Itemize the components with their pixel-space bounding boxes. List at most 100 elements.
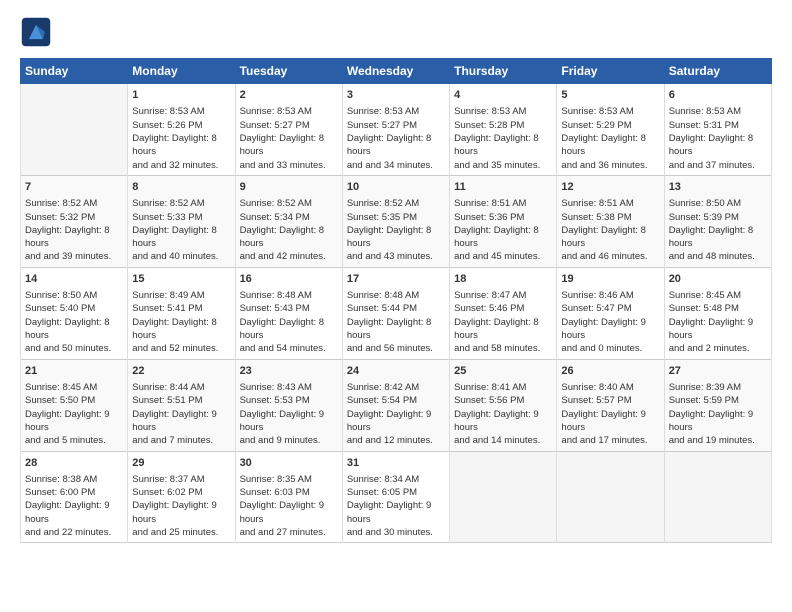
daylight-text-cont: and and 52 minutes. bbox=[132, 342, 230, 355]
calendar-cell: 9Sunrise: 8:52 AMSunset: 5:34 PMDaylight… bbox=[235, 175, 342, 267]
sunset-text: Sunset: 5:38 PM bbox=[561, 211, 659, 224]
calendar-week-row: 14Sunrise: 8:50 AMSunset: 5:40 PMDayligh… bbox=[21, 267, 772, 359]
sunset-text: Sunset: 5:57 PM bbox=[561, 394, 659, 407]
daylight-text: Daylight: Daylight: 8 hours bbox=[454, 316, 552, 343]
sunrise-text: Sunrise: 8:43 AM bbox=[240, 381, 338, 394]
day-number: 4 bbox=[454, 88, 552, 103]
day-number: 25 bbox=[454, 364, 552, 379]
sunrise-text: Sunrise: 8:53 AM bbox=[240, 105, 338, 118]
daylight-text: Daylight: Daylight: 8 hours bbox=[561, 224, 659, 251]
sunrise-text: Sunrise: 8:51 AM bbox=[454, 197, 552, 210]
sunrise-text: Sunrise: 8:35 AM bbox=[240, 473, 338, 486]
daylight-text-cont: and and 50 minutes. bbox=[25, 342, 123, 355]
daylight-text: Daylight: Daylight: 9 hours bbox=[132, 408, 230, 435]
daylight-text-cont: and and 14 minutes. bbox=[454, 434, 552, 447]
daylight-text: Daylight: Daylight: 9 hours bbox=[347, 499, 445, 526]
daylight-text: Daylight: Daylight: 8 hours bbox=[132, 132, 230, 159]
sunrise-text: Sunrise: 8:38 AM bbox=[25, 473, 123, 486]
calendar-cell: 6Sunrise: 8:53 AMSunset: 5:31 PMDaylight… bbox=[664, 84, 771, 176]
daylight-text-cont: and and 2 minutes. bbox=[669, 342, 767, 355]
calendar-cell: 30 Sunrise: 8:35 AMSunset: 6:03 PMDayligh… bbox=[235, 451, 342, 543]
daylight-text-cont: and and 54 minutes. bbox=[240, 342, 338, 355]
sunrise-text: Sunrise: 8:53 AM bbox=[347, 105, 445, 118]
daylight-text: Daylight: Daylight: 9 hours bbox=[347, 408, 445, 435]
calendar-cell bbox=[450, 451, 557, 543]
sunrise-text: Sunrise: 8:39 AM bbox=[669, 381, 767, 394]
day-number: 23 bbox=[240, 364, 338, 379]
day-number: 17 bbox=[347, 272, 445, 287]
daylight-text-cont: and and 0 minutes. bbox=[561, 342, 659, 355]
daylight-text: Daylight: Daylight: 9 hours bbox=[454, 408, 552, 435]
daylight-text-cont: and and 43 minutes. bbox=[347, 250, 445, 263]
daylight-text-cont: and and 19 minutes. bbox=[669, 434, 767, 447]
sunrise-text: Sunrise: 8:52 AM bbox=[240, 197, 338, 210]
daylight-text-cont: and and 56 minutes. bbox=[347, 342, 445, 355]
day-number: 12 bbox=[561, 180, 659, 195]
daylight-text-cont: and and 9 minutes. bbox=[240, 434, 338, 447]
daylight-text-cont: and and 12 minutes. bbox=[347, 434, 445, 447]
daylight-text: Daylight: Daylight: 9 hours bbox=[561, 316, 659, 343]
daylight-text: Daylight: Daylight: 8 hours bbox=[669, 224, 767, 251]
daylight-text-cont: and and 27 minutes. bbox=[240, 526, 338, 539]
day-number: 28 bbox=[25, 456, 123, 471]
day-number: 31 bbox=[347, 456, 445, 471]
calendar-cell: 2Sunrise: 8:53 AMSunset: 5:27 PMDaylight… bbox=[235, 84, 342, 176]
sunset-text: Sunset: 5:27 PM bbox=[240, 119, 338, 132]
sunrise-text: Sunrise: 8:53 AM bbox=[454, 105, 552, 118]
daylight-text-cont: and and 45 minutes. bbox=[454, 250, 552, 263]
calendar-week-row: 7Sunrise: 8:52 AMSunset: 5:32 PMDaylight… bbox=[21, 175, 772, 267]
daylight-text: Daylight: Daylight: 8 hours bbox=[454, 132, 552, 159]
daylight-text-cont: and and 35 minutes. bbox=[454, 159, 552, 172]
day-number: 1 bbox=[132, 88, 230, 103]
sunrise-text: Sunrise: 8:50 AM bbox=[25, 289, 123, 302]
sunset-text: Sunset: 6:02 PM bbox=[132, 486, 230, 499]
daylight-text: Daylight: Daylight: 8 hours bbox=[561, 132, 659, 159]
daylight-text-cont: and and 42 minutes. bbox=[240, 250, 338, 263]
day-number: 6 bbox=[669, 88, 767, 103]
sunrise-text: Sunrise: 8:51 AM bbox=[561, 197, 659, 210]
sunset-text: Sunset: 6:03 PM bbox=[240, 486, 338, 499]
daylight-text-cont: and and 46 minutes. bbox=[561, 250, 659, 263]
daylight-text: Daylight: Daylight: 9 hours bbox=[132, 499, 230, 526]
daylight-text-cont: and and 7 minutes. bbox=[132, 434, 230, 447]
sunset-text: Sunset: 5:48 PM bbox=[669, 302, 767, 315]
sunrise-text: Sunrise: 8:45 AM bbox=[25, 381, 123, 394]
day-number: 2 bbox=[240, 88, 338, 103]
sunset-text: Sunset: 5:41 PM bbox=[132, 302, 230, 315]
sunset-text: Sunset: 5:39 PM bbox=[669, 211, 767, 224]
daylight-text: Daylight: Daylight: 8 hours bbox=[132, 316, 230, 343]
daylight-text: Daylight: Daylight: 8 hours bbox=[25, 316, 123, 343]
sunrise-text: Sunrise: 8:48 AM bbox=[240, 289, 338, 302]
sunset-text: Sunset: 5:51 PM bbox=[132, 394, 230, 407]
calendar-cell: 23Sunrise: 8:43 AMSunset: 5:53 PMDayligh… bbox=[235, 359, 342, 451]
calendar-cell: 18Sunrise: 8:47 AMSunset: 5:46 PMDayligh… bbox=[450, 267, 557, 359]
sunset-text: Sunset: 5:29 PM bbox=[561, 119, 659, 132]
weekday-header-sunday: Sunday bbox=[21, 59, 128, 84]
sunset-text: Sunset: 6:00 PM bbox=[25, 486, 123, 499]
calendar-week-row: 28Sunrise: 8:38 AMSunset: 6:00 PMDayligh… bbox=[21, 451, 772, 543]
sunrise-text: Sunrise: 8:50 AM bbox=[669, 197, 767, 210]
calendar-cell: 21Sunrise: 8:45 AMSunset: 5:50 PMDayligh… bbox=[21, 359, 128, 451]
day-number: 20 bbox=[669, 272, 767, 287]
calendar-cell: 31Sunrise: 8:34 AMSunset: 6:05 PMDayligh… bbox=[342, 451, 449, 543]
day-number: 30 bbox=[240, 456, 338, 471]
sunrise-text: Sunrise: 8:52 AM bbox=[347, 197, 445, 210]
daylight-text: Daylight: Daylight: 9 hours bbox=[240, 499, 338, 526]
day-number: 22 bbox=[132, 364, 230, 379]
sunrise-text: Sunrise: 8:47 AM bbox=[454, 289, 552, 302]
calendar-cell: 14Sunrise: 8:50 AMSunset: 5:40 PMDayligh… bbox=[21, 267, 128, 359]
calendar-cell: 19Sunrise: 8:46 AMSunset: 5:47 PMDayligh… bbox=[557, 267, 664, 359]
sunset-text: Sunset: 5:27 PM bbox=[347, 119, 445, 132]
calendar-cell: 20Sunrise: 8:45 AMSunset: 5:48 PMDayligh… bbox=[664, 267, 771, 359]
calendar-cell: 1Sunrise: 8:53 AMSunset: 5:26 PMDaylight… bbox=[128, 84, 235, 176]
daylight-text: Daylight: Daylight: 8 hours bbox=[240, 316, 338, 343]
daylight-text: Daylight: Daylight: 9 hours bbox=[669, 408, 767, 435]
sunset-text: Sunset: 5:26 PM bbox=[132, 119, 230, 132]
weekday-header-wednesday: Wednesday bbox=[342, 59, 449, 84]
daylight-text: Daylight: Daylight: 8 hours bbox=[132, 224, 230, 251]
daylight-text-cont: and and 39 minutes. bbox=[25, 250, 123, 263]
sunrise-text: Sunrise: 8:40 AM bbox=[561, 381, 659, 394]
daylight-text: Daylight: Daylight: 9 hours bbox=[25, 499, 123, 526]
weekday-header-thursday: Thursday bbox=[450, 59, 557, 84]
weekday-header-tuesday: Tuesday bbox=[235, 59, 342, 84]
